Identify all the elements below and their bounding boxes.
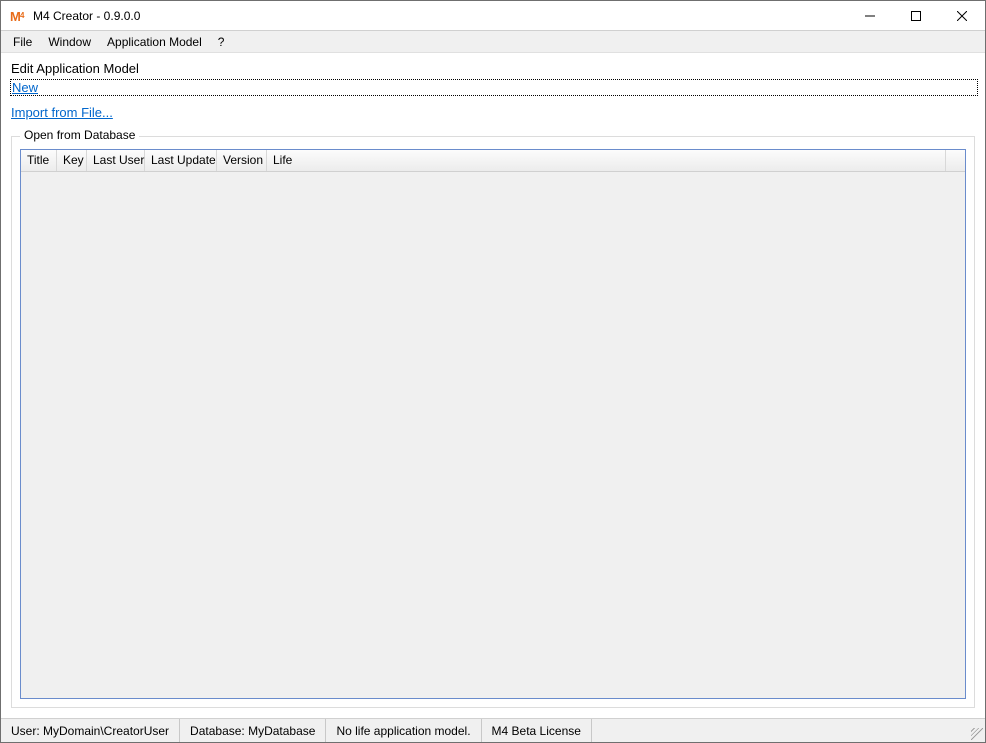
- status-license: M4 Beta License: [482, 719, 592, 742]
- window-controls: [847, 1, 985, 30]
- database-grid[interactable]: Title Key Last User Last Update Version …: [20, 149, 966, 699]
- menu-window[interactable]: Window: [40, 33, 99, 51]
- maximize-button[interactable]: [893, 1, 939, 31]
- status-database: Database: MyDatabase: [180, 719, 326, 742]
- status-user: User: MyDomain\CreatorUser: [1, 719, 180, 742]
- minimize-button[interactable]: [847, 1, 893, 31]
- titlebar: M 4 M4 Creator - 0.9.0.0: [1, 1, 985, 31]
- menu-file[interactable]: File: [5, 33, 40, 51]
- close-button[interactable]: [939, 1, 985, 31]
- statusbar: User: MyDomain\CreatorUser Database: MyD…: [1, 718, 985, 742]
- menubar: File Window Application Model ?: [1, 31, 985, 53]
- page-heading: Edit Application Model: [11, 61, 977, 76]
- window-title: M4 Creator - 0.9.0.0: [33, 9, 847, 23]
- import-from-file-link[interactable]: Import from File...: [11, 105, 977, 120]
- app-icon: M 4: [9, 7, 27, 25]
- svg-text:4: 4: [20, 11, 25, 20]
- menu-help[interactable]: ?: [210, 33, 233, 51]
- open-from-database-group: Open from Database Title Key Last User L…: [11, 136, 975, 708]
- status-model: No life application model.: [326, 719, 481, 742]
- app-window: M 4 M4 Creator - 0.9.0.0 File Window App…: [0, 0, 986, 743]
- new-link[interactable]: New: [11, 80, 977, 95]
- menu-application-model[interactable]: Application Model: [99, 33, 210, 51]
- grid-body[interactable]: [21, 172, 965, 698]
- col-title[interactable]: Title: [21, 150, 57, 171]
- col-key[interactable]: Key: [57, 150, 87, 171]
- client-area: Edit Application Model New Import from F…: [1, 53, 985, 718]
- resize-grip-icon[interactable]: [967, 719, 985, 742]
- col-scroll-stub: [945, 150, 965, 171]
- col-life[interactable]: Life: [267, 150, 945, 171]
- col-last-user[interactable]: Last User: [87, 150, 145, 171]
- col-last-update[interactable]: Last Update: [145, 150, 217, 171]
- col-version[interactable]: Version: [217, 150, 267, 171]
- groupbox-label: Open from Database: [20, 128, 139, 142]
- grid-header: Title Key Last User Last Update Version …: [21, 150, 965, 172]
